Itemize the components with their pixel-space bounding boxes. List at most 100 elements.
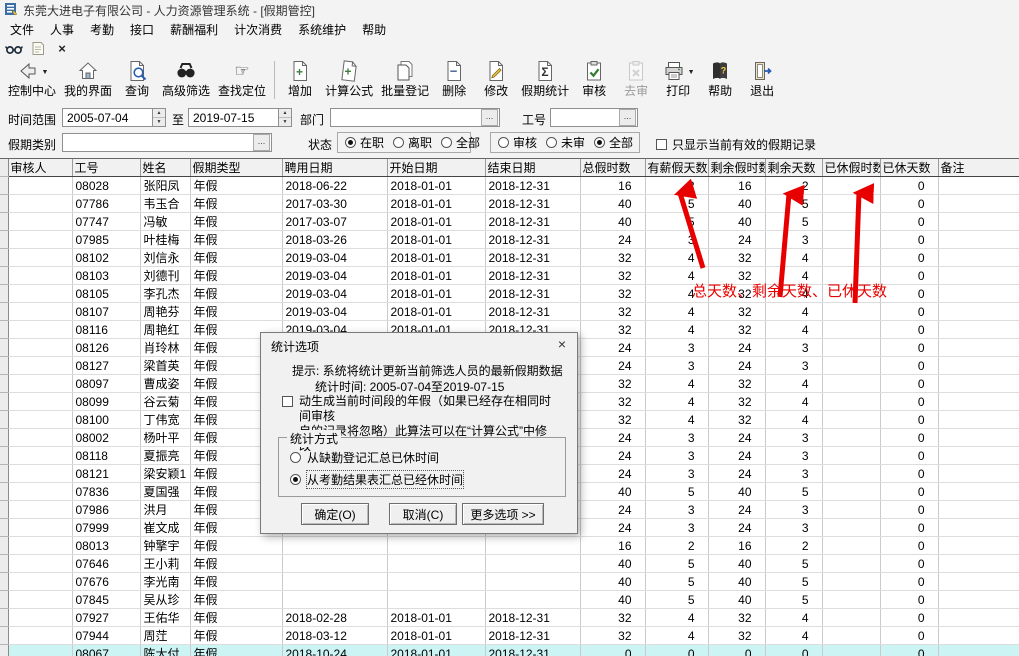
row-indicator[interactable] [0, 447, 8, 465]
cancel-button[interactable]: 取消(C) [389, 503, 457, 525]
valid-only-checkbox-row[interactable]: 只显示当前有效的假期记录 [656, 136, 816, 153]
toolbar-button-exit-door[interactable]: 退出 [741, 60, 783, 98]
status-radio-0[interactable]: 在职 [345, 134, 384, 151]
row-indicator[interactable] [0, 195, 8, 213]
row-indicator[interactable] [0, 285, 8, 303]
toolbar-button-search-doc[interactable]: 查询 [116, 60, 158, 98]
table-row[interactable]: 07646王小莉年假4054050 [0, 555, 1019, 573]
glasses-icon[interactable] [5, 41, 23, 57]
stat-method-radio-1[interactable]: 从考勤结果表汇总已经休时间 [290, 471, 463, 488]
menu-item-2[interactable]: 考勤 [82, 20, 122, 39]
close-icon[interactable]: × [53, 41, 71, 57]
menu-item-4[interactable]: 薪酬福利 [162, 20, 226, 39]
toolbar-button-help-book[interactable]: ?帮助 [699, 60, 741, 98]
row-indicator[interactable] [0, 339, 8, 357]
toolbar-button-binoculars[interactable]: 高级筛选 [158, 60, 214, 98]
toolbar-button-doc-sigma[interactable]: Σ假期统计 [517, 60, 573, 98]
column-header-8[interactable]: 有薪假天数 [645, 159, 708, 177]
toolbar-button-doc-edit[interactable]: 修改 [475, 60, 517, 98]
row-indicator[interactable] [0, 627, 8, 645]
dialog-generate-checkbox[interactable] [282, 396, 293, 407]
toolbar-button-doc-minus[interactable]: −删除 [433, 60, 475, 98]
leave-type-browse-button[interactable]: ... [253, 134, 270, 151]
column-header-5[interactable]: 开始日期 [387, 159, 485, 177]
dropdown-arrow-icon[interactable]: ▼ [42, 69, 49, 76]
table-row[interactable]: 07985叶桂梅年假2018-03-262018-01-012018-12-31… [0, 231, 1019, 249]
column-header-0[interactable]: 审核人 [8, 159, 72, 177]
table-row[interactable]: 07747冯敏年假2017-03-072018-01-012018-12-314… [0, 213, 1019, 231]
table-row[interactable]: 07927王佑华年假2018-02-282018-01-012018-12-31… [0, 609, 1019, 627]
row-indicator[interactable] [0, 213, 8, 231]
column-header-1[interactable]: 工号 [72, 159, 140, 177]
column-header-13[interactable]: 备注 [938, 159, 1019, 177]
row-indicator[interactable] [0, 519, 8, 537]
row-indicator[interactable] [0, 501, 8, 519]
ok-button[interactable]: 确定(O) [301, 503, 369, 525]
column-header-11[interactable]: 已休假时数 [822, 159, 880, 177]
row-indicator[interactable] [0, 465, 8, 483]
menu-item-3[interactable]: 接口 [122, 20, 162, 39]
column-header-10[interactable]: 剩余天数 [765, 159, 822, 177]
valid-only-checkbox[interactable] [656, 139, 667, 150]
row-indicator[interactable] [0, 177, 8, 195]
status-radio-icon[interactable] [393, 137, 404, 148]
row-indicator[interactable] [0, 267, 8, 285]
row-indicator[interactable] [0, 411, 8, 429]
stat-method-radio-icon[interactable] [290, 452, 301, 463]
row-indicator[interactable] [0, 645, 8, 656]
column-header-7[interactable]: 总假时数 [580, 159, 645, 177]
row-indicator[interactable] [0, 375, 8, 393]
row-indicator[interactable] [0, 609, 8, 627]
table-row[interactable]: 08013钟擎宇年假1621620 [0, 537, 1019, 555]
row-indicator[interactable] [0, 573, 8, 591]
row-indicator[interactable] [0, 537, 8, 555]
row-indicator[interactable] [0, 321, 8, 339]
toolbar-button-printer[interactable]: ▼打印 [657, 60, 699, 98]
column-header-4[interactable]: 聘用日期 [282, 159, 387, 177]
audit-radio-icon[interactable] [498, 137, 509, 148]
dept-browse-button[interactable]: ... [481, 109, 498, 126]
table-row[interactable]: 08067陈大付年假2018-10-242018-01-012018-12-31… [0, 645, 1019, 656]
table-row[interactable]: 08107周艳芬年假2019-03-042018-01-012018-12-31… [0, 303, 1019, 321]
menu-item-5[interactable]: 计次消费 [226, 20, 290, 39]
column-header-9[interactable]: 剩余假时数 [708, 159, 765, 177]
leave-type-input[interactable]: ... [62, 133, 272, 152]
table-row[interactable]: 08103刘德刊年假2019-03-042018-01-012018-12-31… [0, 267, 1019, 285]
row-indicator[interactable] [0, 249, 8, 267]
menu-item-0[interactable]: 文件 [2, 20, 42, 39]
row-indicator[interactable] [0, 483, 8, 501]
toolbar-button-clipboard-check[interactable]: 审核 [573, 60, 615, 98]
menu-item-7[interactable]: 帮助 [354, 20, 394, 39]
row-indicator[interactable] [0, 231, 8, 249]
dialog-close-icon[interactable]: × [558, 336, 566, 352]
row-indicator[interactable] [0, 393, 8, 411]
toolbar-button-doc-stack[interactable]: 批量登记 [377, 60, 433, 98]
menu-item-6[interactable]: 系统维护 [290, 20, 354, 39]
audit-radio-2[interactable]: 全部 [594, 134, 633, 151]
table-row[interactable]: 07676李光南年假4054050 [0, 573, 1019, 591]
audit-radio-1[interactable]: 未审 [546, 134, 585, 151]
table-row[interactable]: 08028张阳凤年假2018-06-222018-01-012018-12-31… [0, 177, 1019, 195]
time-to-spinner[interactable]: ▲▼ [278, 109, 291, 126]
toolbar-button-home[interactable]: 我的界面 [60, 60, 116, 98]
time-to-input[interactable]: 2019-07-15 ▲▼ [188, 108, 292, 127]
toolbar-button-pointing-hand[interactable]: ☞查找定位 [214, 60, 270, 98]
column-header-12[interactable]: 已休天数 [880, 159, 938, 177]
audit-radio-icon[interactable] [594, 137, 605, 148]
table-row[interactable]: 07845吴从珍年假4054050 [0, 591, 1019, 609]
table-row[interactable]: 07786韦玉合年假2017-03-302018-01-012018-12-31… [0, 195, 1019, 213]
toolbar-button-back-arrow[interactable]: ▼控制中心 [4, 60, 60, 98]
form-icon[interactable] [29, 41, 47, 57]
column-header-3[interactable]: 假期类型 [190, 159, 282, 177]
column-header-6[interactable]: 结束日期 [485, 159, 580, 177]
row-indicator[interactable] [0, 357, 8, 375]
column-header-2[interactable]: 姓名 [140, 159, 190, 177]
row-indicator[interactable] [0, 555, 8, 573]
table-row[interactable]: 07944周茳年假2018-03-122018-01-012018-12-313… [0, 627, 1019, 645]
time-from-spinner[interactable]: ▲▼ [152, 109, 165, 126]
toolbar-button-doc-formula[interactable]: +计算公式 [321, 60, 377, 98]
time-from-input[interactable]: 2005-07-04 ▲▼ [62, 108, 166, 127]
table-row[interactable]: 08102刘信永年假2019-03-042018-01-012018-12-31… [0, 249, 1019, 267]
more-options-button[interactable]: 更多选项 >> [462, 503, 544, 525]
dropdown-arrow-icon[interactable]: ▼ [688, 69, 695, 76]
